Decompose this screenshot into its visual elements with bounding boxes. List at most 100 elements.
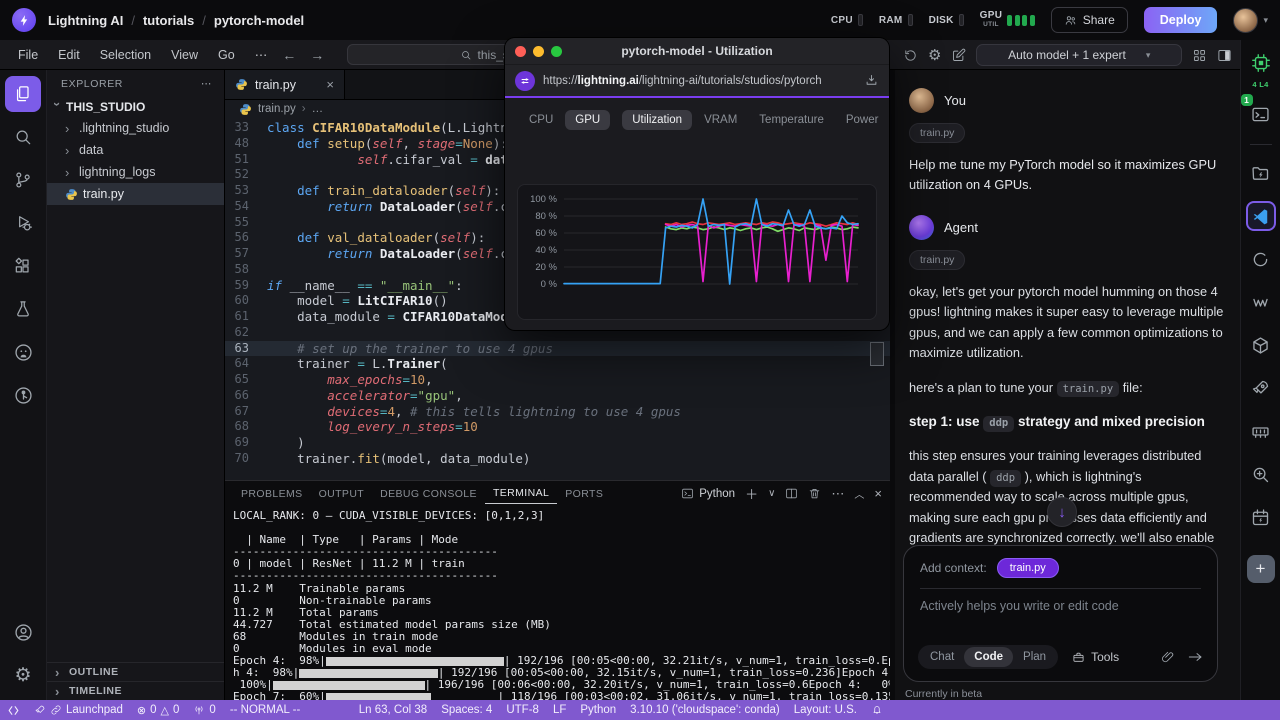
code-line-70[interactable]: 70 trainer.fit(model, data_module) <box>225 451 890 467</box>
plugin-gpu-status[interactable] <box>1246 48 1276 78</box>
scroll-down-button[interactable]: ↓ <box>1047 497 1077 527</box>
agent-context-chip[interactable]: train.py <box>909 250 965 270</box>
plugin-inspector[interactable] <box>1246 459 1276 489</box>
metric-tab-utilization[interactable]: Utilization <box>622 110 692 130</box>
plugin-3d-viewer[interactable] <box>1246 330 1276 360</box>
gpu-metric[interactable]: GPUUTIL <box>980 11 1035 29</box>
url-text[interactable]: https://lightning.ai/lightning-ai/tutori… <box>543 75 856 87</box>
plugin-launch[interactable] <box>1246 373 1276 403</box>
close-panel-icon[interactable]: × <box>874 486 882 501</box>
user-avatar[interactable] <box>1233 8 1258 33</box>
tree-root-this-studio[interactable]: › THIS_STUDIO <box>47 96 224 117</box>
send-icon[interactable] <box>1187 649 1203 665</box>
inline-code-chip[interactable]: ddp <box>990 470 1021 487</box>
compose-icon[interactable] <box>951 48 966 63</box>
remote-indicator[interactable] <box>0 704 27 717</box>
window-titlebar[interactable]: pytorch-model - Utilization <box>505 38 889 64</box>
plugin-vscode[interactable] <box>1246 201 1276 231</box>
disk-metric[interactable]: DISK <box>929 14 964 26</box>
nav-back-icon[interactable]: ← <box>275 47 303 63</box>
activity-github[interactable] <box>5 334 41 370</box>
menu-item-edit[interactable]: Edit <box>50 45 88 65</box>
explorer-more-icon[interactable]: ⋯ <box>201 78 212 90</box>
status-lf[interactable]: LF <box>546 704 573 716</box>
user-context-chip[interactable]: train.py <box>909 123 965 143</box>
split-terminal-icon[interactable] <box>785 487 798 500</box>
hw-tab-gpu[interactable]: GPU <box>565 110 610 130</box>
code-line-63[interactable]: 63 # set up the trainer to use 4 gpus <box>225 341 890 357</box>
activity-testing[interactable] <box>5 291 41 327</box>
menu-item-go[interactable]: Go <box>210 45 243 65</box>
tab-train-py[interactable]: train.py × <box>225 70 345 99</box>
activity-settings[interactable]: ⚙ <box>5 657 41 693</box>
terminal-tab-terminal[interactable]: TERMINAL <box>485 483 557 504</box>
grid-view-icon[interactable] <box>1192 48 1207 63</box>
add-plugin-button[interactable]: + <box>1247 555 1275 583</box>
metric-tab-power[interactable]: Power <box>836 110 889 130</box>
metric-tab-vram[interactable]: VRAM <box>694 110 747 130</box>
activity-run-debug[interactable] <box>5 205 41 241</box>
menu-item-selection[interactable]: Selection <box>92 45 159 65</box>
breadcrumb-segment[interactable]: pytorch-model <box>214 13 304 28</box>
tree-item-lightning-logs[interactable]: ›lightning_logs <box>47 161 224 183</box>
context-pill-train-py[interactable]: train.py <box>997 558 1059 578</box>
lightning-logo-icon[interactable] <box>12 8 36 32</box>
menu-item-file[interactable]: File <box>10 45 46 65</box>
shell-selector[interactable]: Python <box>681 487 735 500</box>
plugin-file-manager[interactable] <box>1246 158 1276 188</box>
ram-metric[interactable]: RAM <box>879 14 913 26</box>
panel-toggle-icon[interactable] <box>1217 48 1232 63</box>
menu-item-⋯[interactable]: ⋯ <box>247 44 276 65</box>
share-button[interactable]: Share <box>1051 7 1128 33</box>
tree-item-train-py[interactable]: train.py <box>47 183 224 205</box>
nav-forward-icon[interactable]: → <box>303 47 331 63</box>
history-icon[interactable] <box>903 48 918 63</box>
code-line-66[interactable]: 66 accelerator="gpu", <box>225 388 890 404</box>
tools-button[interactable]: Tools <box>1072 650 1119 664</box>
outline-section[interactable]: ›OUTLINE <box>47 662 224 681</box>
avatar-caret-icon[interactable]: ▾ <box>1263 15 1268 26</box>
status-layout[interactable]: Layout: U.S. <box>787 704 864 716</box>
status-ln[interactable]: Ln 63, Col 38 <box>352 704 434 716</box>
code-line-67[interactable]: 67 devices=4, # this tells lightning to … <box>225 404 890 420</box>
close-icon[interactable]: × <box>326 77 334 92</box>
activity-source-control[interactable] <box>5 162 41 198</box>
new-terminal-icon[interactable]: ＋ <box>745 484 758 503</box>
ports-item[interactable]: 0 <box>186 704 222 716</box>
activity-search[interactable] <box>5 119 41 155</box>
terminal-output[interactable]: LOCAL_RANK: 0 — CUDA_VISIBLE_DEVICES: [0… <box>225 506 890 704</box>
activity-lightning[interactable] <box>5 377 41 413</box>
plugin-scheduler[interactable] <box>1246 502 1276 532</box>
code-line-65[interactable]: 65 max_epochs=10, <box>225 372 890 388</box>
terminal-tab-debug-console[interactable]: DEBUG CONSOLE <box>372 484 485 504</box>
plugin-sync[interactable] <box>1246 244 1276 274</box>
notifications-bell-icon[interactable] <box>864 704 890 716</box>
tree-item--lightning-studio[interactable]: ›.lightning_studio <box>47 117 224 139</box>
inline-code-chip[interactable]: ddp <box>983 416 1014 432</box>
code-line-68[interactable]: 68 log_every_n_steps=10 <box>225 419 890 435</box>
code-line-64[interactable]: 64 trainer = L.Trainer( <box>225 356 890 372</box>
mode-code[interactable]: Code <box>964 647 1013 667</box>
maximize-panel-icon[interactable]: ︿ <box>854 486 864 501</box>
status-3.10.10[interactable]: 3.10.10 ('cloudspace': conda) <box>623 704 787 716</box>
timeline-section[interactable]: ›TIMELINE <box>47 681 224 700</box>
plugin-memory[interactable] <box>1246 416 1276 446</box>
activity-accounts[interactable] <box>5 614 41 650</box>
breadcrumb[interactable]: Lightning AI/tutorials/pytorch-model <box>48 13 304 28</box>
utilization-window[interactable]: pytorch-model - Utilization https://ligh… <box>505 38 889 330</box>
install-app-icon[interactable] <box>864 73 879 88</box>
terminal-tab-output[interactable]: OUTPUT <box>311 484 373 504</box>
status-python[interactable]: Python <box>573 704 623 716</box>
metric-tab-temperature[interactable]: Temperature <box>749 110 834 130</box>
trash-icon[interactable] <box>808 487 821 500</box>
deploy-button[interactable]: Deploy <box>1144 7 1218 33</box>
activity-explorer[interactable] <box>5 76 41 112</box>
hw-tab-cpu[interactable]: CPU <box>519 110 563 130</box>
inline-code-chip[interactable]: train.py <box>1057 381 1120 398</box>
more-actions-icon[interactable]: ⋯ <box>831 486 844 502</box>
settings-gear-icon[interactable]: ⚙ <box>928 48 941 63</box>
chat-text-input[interactable]: Actively helps you write or edit code <box>920 599 1201 613</box>
plugin-terminal[interactable]: 1 <box>1246 99 1276 129</box>
mode-plan[interactable]: Plan <box>1013 647 1056 667</box>
launchpad-item[interactable]: Launchpad <box>27 704 130 716</box>
